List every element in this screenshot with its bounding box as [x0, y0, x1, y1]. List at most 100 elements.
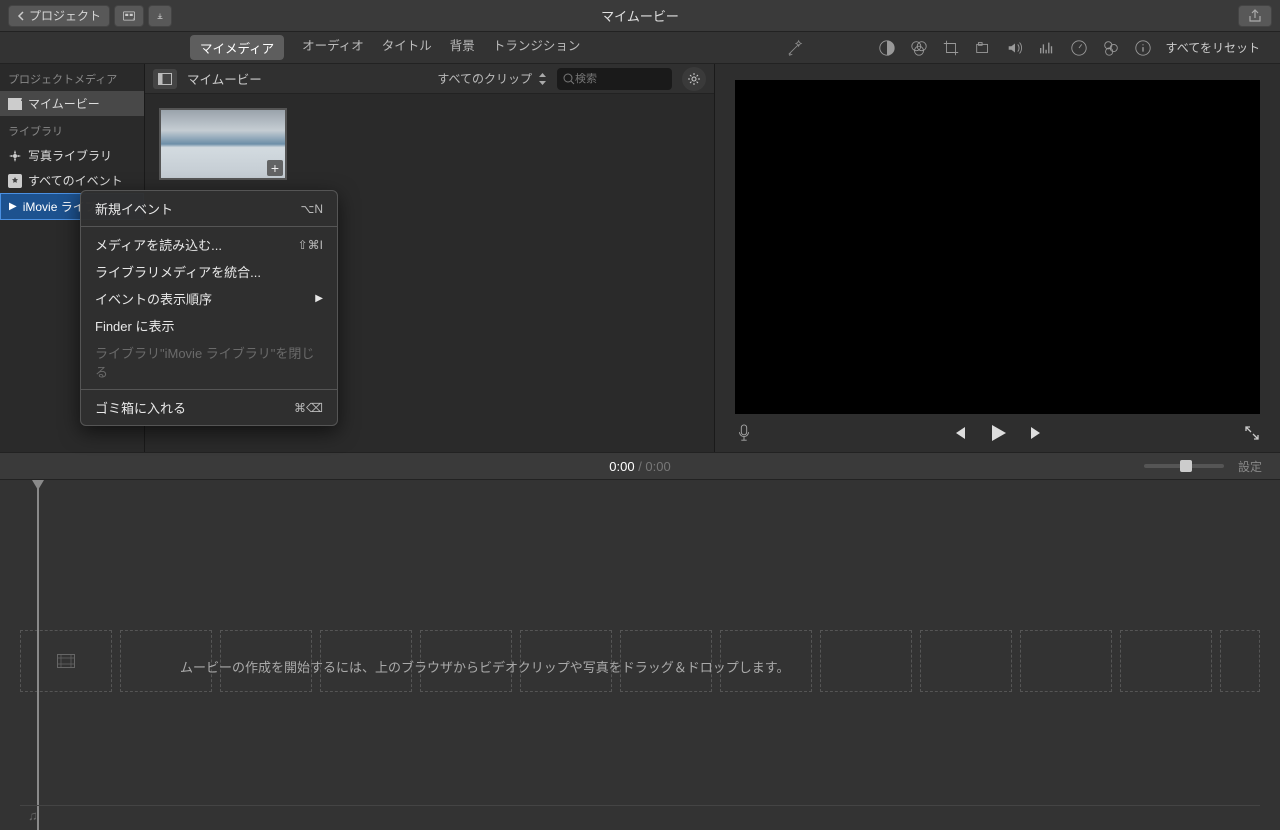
share-button[interactable]	[1238, 5, 1272, 27]
timeline-drop-slot[interactable]	[20, 630, 112, 692]
gear-icon	[687, 72, 701, 86]
current-time: 0:00	[609, 459, 634, 474]
chevron-left-icon	[17, 11, 25, 21]
fullscreen-button[interactable]	[1244, 425, 1260, 441]
menu-trash[interactable]: ゴミ箱に入れる ⌘⌫	[81, 394, 337, 421]
sidebar-label-all-events: すべてのイベント	[28, 172, 123, 189]
back-label: プロジェクト	[29, 7, 101, 24]
info-icon[interactable]	[1134, 39, 1152, 57]
music-note-icon: ♫	[28, 808, 38, 823]
menu-label: メディアを読み込む...	[95, 235, 222, 254]
updown-arrows-icon	[538, 73, 547, 85]
filter-label: すべてのクリップ	[437, 70, 532, 87]
total-time: 0:00	[645, 459, 670, 474]
share-icon	[1248, 9, 1262, 23]
adjust-toolbar: すべてをリセット	[786, 39, 1280, 57]
secondary-toolbar: マイメディア オーディオ タイトル 背景 トランジション すべてをリセット	[0, 32, 1280, 64]
tab-my-media[interactable]: マイメディア	[190, 35, 284, 60]
prev-button[interactable]	[951, 425, 967, 441]
disclosure-triangle-icon: ▶	[9, 201, 17, 212]
audio-track[interactable]: ♫	[20, 805, 1260, 825]
color-correction-icon[interactable]	[910, 39, 928, 57]
tab-transition[interactable]: トランジション	[493, 35, 581, 60]
next-button[interactable]	[1029, 425, 1045, 441]
menu-sort-order[interactable]: イベントの表示順序 ▶	[81, 285, 337, 312]
volume-icon[interactable]	[1006, 39, 1024, 57]
clapperboard-icon	[8, 98, 22, 110]
time-display: 0:00 / 0:00	[609, 459, 670, 474]
clip-filter-dropdown[interactable]: すべてのクリップ	[437, 70, 547, 87]
menu-import-media[interactable]: メディアを読み込む... ⇧⌘I	[81, 231, 337, 258]
back-to-projects-button[interactable]: プロジェクト	[8, 5, 110, 27]
browser-bar: マイムービー すべてのクリップ	[145, 64, 714, 94]
flower-icon	[8, 149, 22, 163]
video-clip-thumbnail[interactable]: +	[159, 108, 287, 180]
top-toolbar: プロジェクト ♪ マイムービー	[0, 0, 1280, 32]
menu-label: Finder に表示	[95, 316, 174, 335]
equalizer-icon[interactable]	[1038, 39, 1056, 57]
browser-settings-button[interactable]	[682, 67, 706, 91]
sidebar-header-project-media: プロジェクトメディア	[0, 64, 144, 91]
search-field[interactable]	[557, 68, 672, 90]
timeline-drop-slot[interactable]	[1120, 630, 1212, 692]
crop-icon[interactable]	[942, 39, 960, 57]
timeline-settings-button[interactable]: 設定	[1238, 458, 1262, 475]
menu-label: ゴミ箱に入れる	[95, 398, 186, 417]
submenu-arrow-icon: ▶	[315, 293, 323, 304]
tab-audio[interactable]: オーディオ	[302, 35, 364, 60]
timeline-drop-slot[interactable]	[1220, 630, 1260, 692]
media-tabs: マイメディア オーディオ タイトル 背景 トランジション	[190, 35, 580, 60]
star-icon	[8, 174, 22, 188]
playhead[interactable]	[37, 480, 39, 830]
import-button[interactable]	[148, 5, 172, 27]
menu-label: 新規イベント	[95, 199, 173, 218]
filmstrip-icon	[57, 654, 75, 668]
play-button[interactable]	[987, 422, 1009, 444]
menu-label: イベントの表示順序	[95, 289, 212, 308]
sidebar-item-my-movie[interactable]: マイムービー	[0, 91, 144, 116]
sidebar-icon	[158, 73, 172, 85]
tab-title[interactable]: タイトル	[382, 35, 432, 60]
timeline-drop-slot[interactable]	[820, 630, 912, 692]
search-input[interactable]	[575, 73, 645, 85]
sidebar-header-library: ライブラリ	[0, 116, 144, 143]
search-icon	[563, 73, 575, 85]
menu-label: ライブラリ"iMovie ライブラリ"を閉じる	[95, 343, 323, 381]
preview-viewport[interactable]	[735, 80, 1260, 414]
menu-shortcut: ⌘⌫	[294, 401, 323, 415]
preview-panel	[715, 64, 1280, 452]
sidebar-item-photo-library[interactable]: 写真ライブラリ	[0, 143, 144, 168]
timeline-drop-slot[interactable]	[920, 630, 1012, 692]
zoom-thumb[interactable]	[1180, 460, 1192, 472]
timeline-header: 0:00 / 0:00 設定	[0, 452, 1280, 480]
menu-separator	[81, 389, 337, 390]
menu-close-library: ライブラリ"iMovie ライブラリ"を閉じる	[81, 339, 337, 385]
library-context-menu: 新規イベント ⌥N メディアを読み込む... ⇧⌘I ライブラリメディアを統合.…	[80, 190, 338, 426]
menu-shortcut: ⌥N	[301, 202, 324, 216]
stabilize-icon[interactable]	[974, 39, 992, 57]
sidebar-label-my-movie: マイムービー	[28, 95, 100, 112]
timeline-drop-slot[interactable]	[1020, 630, 1112, 692]
panel-toggle-button[interactable]	[153, 69, 177, 89]
speed-icon[interactable]	[1070, 39, 1088, 57]
menu-new-event[interactable]: 新規イベント ⌥N	[81, 195, 337, 222]
timeline-empty-message: ムービーの作成を開始するには、上のブラウザからビデオクリップや写真をドラッグ＆ド…	[180, 657, 789, 676]
download-arrow-icon	[157, 10, 163, 22]
timeline[interactable]: ムービーの作成を開始するには、上のブラウザからビデオクリップや写真をドラッグ＆ド…	[0, 480, 1280, 830]
window-title: マイムービー	[601, 6, 679, 25]
menu-show-in-finder[interactable]: Finder に表示	[81, 312, 337, 339]
media-button[interactable]: ♪	[114, 5, 144, 27]
svg-text:♪: ♪	[132, 16, 134, 21]
browser-title: マイムービー	[187, 69, 262, 88]
filter-icon[interactable]	[1102, 39, 1120, 57]
tab-background[interactable]: 背景	[450, 35, 475, 60]
add-clip-button[interactable]: +	[267, 160, 283, 176]
reset-all-button[interactable]: すべてをリセット	[1166, 39, 1260, 56]
microphone-icon[interactable]	[735, 424, 753, 442]
filmstrip-icon: ♪	[123, 10, 135, 22]
color-balance-icon[interactable]	[878, 39, 896, 57]
magic-wand-icon[interactable]	[786, 39, 804, 57]
zoom-slider[interactable]	[1144, 464, 1224, 468]
menu-consolidate[interactable]: ライブラリメディアを統合...	[81, 258, 337, 285]
menu-label: ライブラリメディアを統合...	[95, 262, 261, 281]
